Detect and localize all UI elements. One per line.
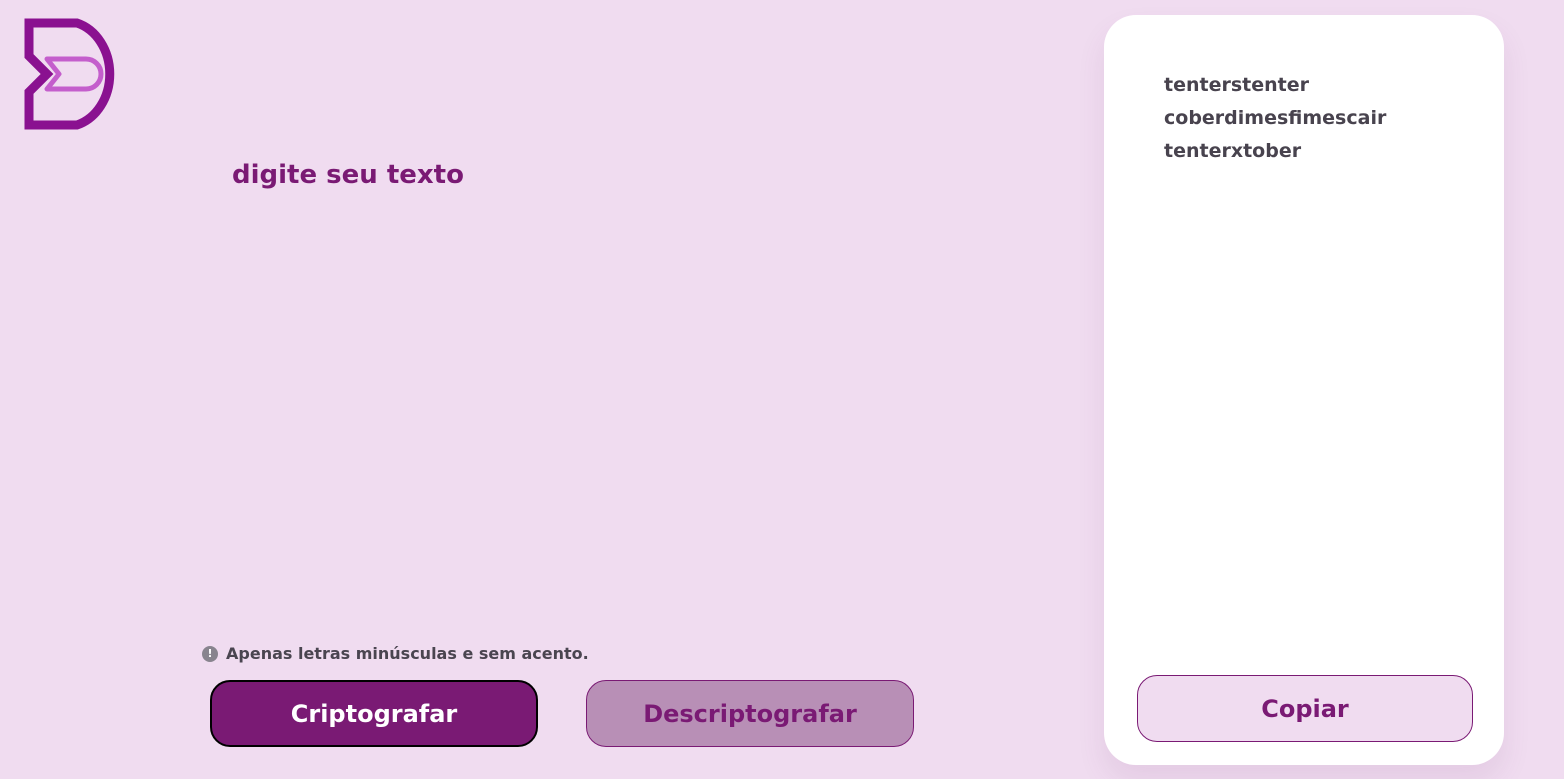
info-icon: ! — [202, 645, 218, 662]
output-text: tenterstenter coberdimesfimescair tenter… — [1164, 74, 1387, 162]
decrypt-button[interactable]: Descriptografar — [586, 680, 914, 747]
encrypt-button[interactable]: Criptografar — [210, 680, 538, 747]
d-logo-icon — [24, 18, 115, 130]
hint-text: Apenas letras minúsculas e sem acento. — [226, 644, 589, 663]
message-input[interactable] — [232, 160, 1032, 620]
input-hint: ! Apenas letras minúsculas e sem acento. — [202, 644, 589, 663]
output-panel: tenterstenter coberdimesfimescair tenter… — [1104, 15, 1504, 765]
page: ! Apenas letras minúsculas e sem acento.… — [0, 0, 1564, 779]
copy-button[interactable]: Copiar — [1137, 675, 1473, 742]
